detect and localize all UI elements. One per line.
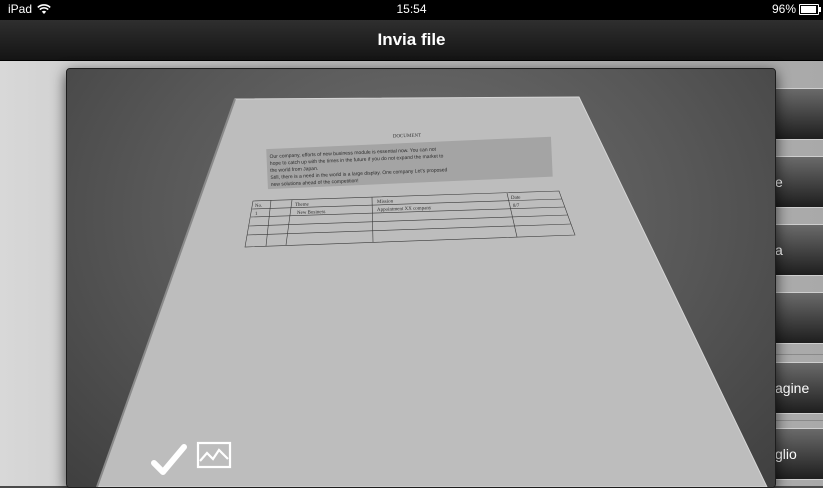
divider	[768, 420, 823, 421]
side-button-1[interactable]	[768, 88, 823, 140]
side-button-3[interactable]: a	[768, 224, 823, 276]
side-button-4[interactable]	[768, 292, 823, 344]
side-button-2[interactable]: e	[768, 156, 823, 208]
battery-percent: 96%	[771, 2, 796, 16]
table-header: No.	[255, 204, 263, 209]
status-bar: iPad 15:54 96%	[0, 0, 823, 20]
captured-photo: DOCUMENT Our company, efforts of new bus…	[96, 96, 768, 487]
clock: 15:54	[396, 2, 427, 16]
table-header: Theme	[295, 202, 310, 208]
photo-preview-modal: DOCUMENT Our company, efforts of new bus…	[66, 68, 776, 488]
table-header: Mission	[377, 199, 394, 205]
side-button-6[interactable]: glio	[768, 428, 823, 480]
table-header: Date	[511, 196, 521, 201]
status-right: 96%	[771, 2, 821, 16]
side-button-5[interactable]: agine	[768, 362, 823, 414]
checkmark-icon[interactable]	[151, 441, 189, 479]
nav-bar: Invia file	[0, 20, 823, 61]
table-cell: New Business	[297, 210, 326, 216]
side-button-label: a	[775, 242, 783, 258]
table-cell: 8/7	[513, 204, 520, 209]
divider	[768, 354, 823, 355]
side-button-label: agine	[775, 380, 810, 396]
page-title: Invia file	[377, 30, 446, 49]
image-adjust-icon[interactable]	[195, 439, 233, 477]
battery-icon	[799, 3, 821, 15]
side-button-label: e	[775, 174, 783, 190]
document-title: DOCUMENT	[393, 134, 422, 140]
side-button-label: glio	[775, 446, 797, 462]
